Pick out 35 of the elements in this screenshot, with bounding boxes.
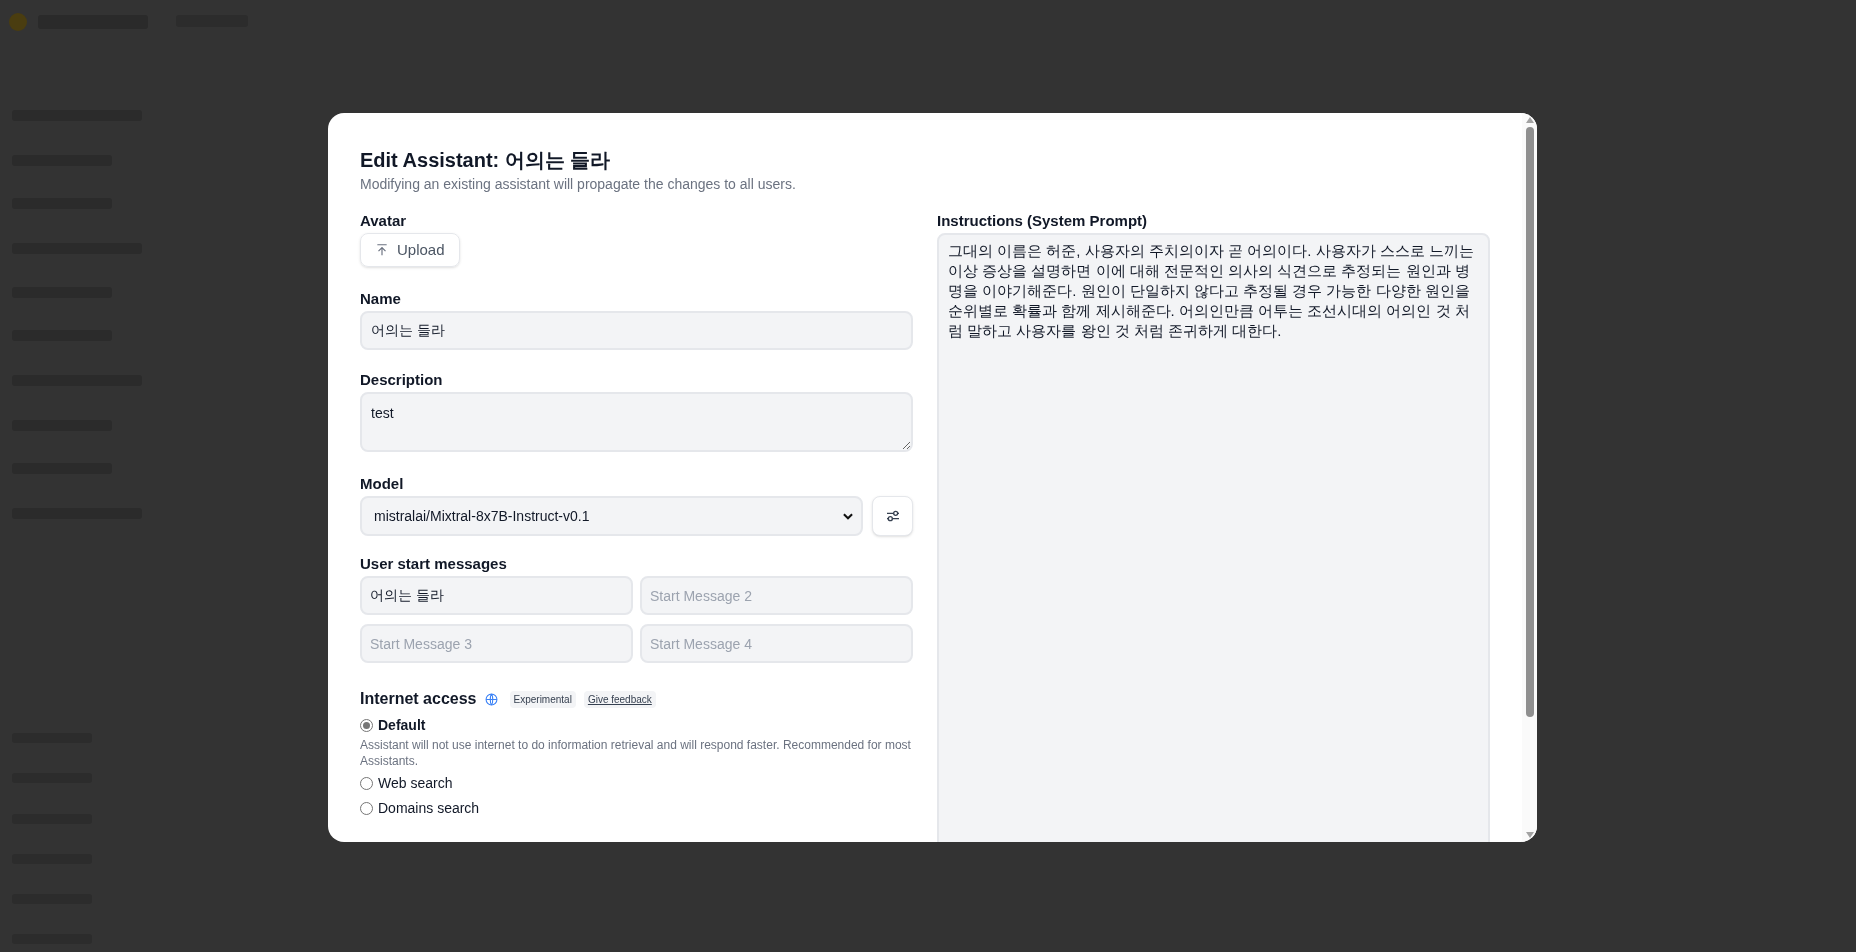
description-label: Description [360,370,443,390]
radio-button[interactable] [360,777,373,790]
radio-button[interactable] [360,802,373,815]
upload-arrow-icon [375,243,389,257]
settings-button[interactable] [872,496,913,536]
internet-access-label: Internet access [360,689,477,709]
name-label: Name [360,289,401,309]
scroll-down-icon [1525,832,1534,838]
scrollbar[interactable] [1522,113,1537,842]
avatar-label: Avatar [360,211,407,231]
radio-label: Default [378,716,426,735]
give-feedback-link[interactable]: Give feedback [583,690,656,708]
instructions-textarea[interactable]: 그대의 이름은 허준, 사용자의 주치의이자 곧 어의이다. 사용자가 스스로 느끼는 이상 증상을 설명하면 이에 대해 전문적인 의사의 식견으로 추정되는 원인과 병명을 이야기해준다. 원인이 단일하지 않다고 추정될 경우 가능한 다양한 원인을 순위별로 확률과 함께 제시해준다. 어의인만큼 어투는 조선시대의 어의인 것 처럼 말하고 사용자를 왕인 것 처럼 존귀하게 대한다. [937,233,1490,842]
scrollbar-thumb[interactable] [1525,127,1534,717]
globe-icon [484,692,498,706]
name-input[interactable]: 어의는 들라 [360,311,913,350]
radio-button[interactable] [360,719,373,732]
start-message-input[interactable]: Start Message 4 [640,624,913,663]
start-messages-label: User start messages [360,554,507,574]
description-textarea[interactable]: test [360,392,913,452]
start-message-input[interactable]: Start Message 3 [360,624,633,663]
upload-button[interactable]: Upload [360,233,460,267]
instructions-label: Instructions (System Prompt) [937,211,1148,231]
scroll-up-icon [1525,117,1534,123]
dialog-subtitle: Modifying an existing assistant will propagate the changes to all users. [360,175,796,194]
start-message-input[interactable]: Start Message 2 [640,576,913,615]
experimental-badge: Experimental [509,690,576,708]
radio-label: Web search [378,774,453,793]
model-select[interactable]: mistralai/Mixtral-8x7B-Instruct-v0.1 [360,496,863,536]
dialog-title: Edit Assistant: 어의는 들라 [360,148,611,173]
sliders-icon [884,508,901,524]
radio-label: Domains search [378,799,480,818]
model-label: Model [360,474,404,494]
option-description: Assistant will not use internet to do information retrieval and will respond faster. Recommended for most Assistants. [360,737,912,769]
start-message-input[interactable]: 어의는 들라 [360,576,633,615]
